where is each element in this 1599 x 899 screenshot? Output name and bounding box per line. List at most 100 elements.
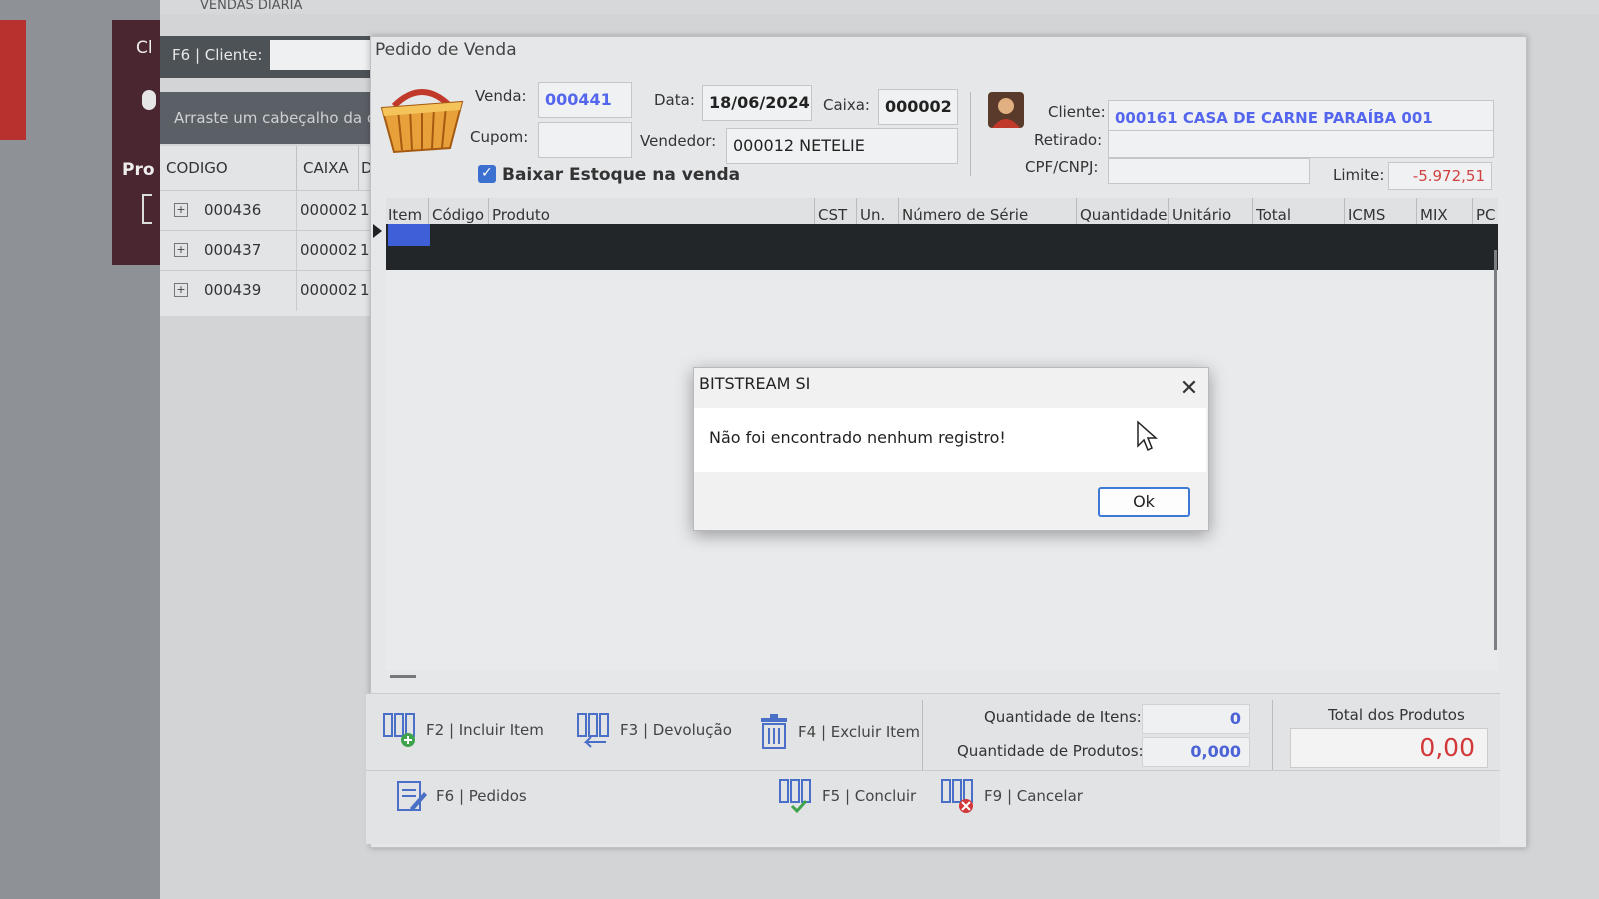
row-caixa: 000002 [300,201,358,219]
column-header-cst[interactable]: CST [818,206,847,224]
pedidos-label: F6 | Pedidos [436,787,527,805]
data-label: Data: [654,91,695,109]
table-row[interactable]: + 000436 000002 1 [160,190,370,231]
limite-label: Limite: [1333,166,1385,184]
ok-button[interactable]: Ok [1098,487,1190,517]
toolbar-divider [922,700,923,770]
client-filter-bar: F6 | Cliente: [160,36,370,78]
alert-message: Não foi encontrado nenhum registro! [709,428,1006,447]
row-codigo: 000436 [204,201,262,219]
table-row[interactable]: + 000437 000002 1 [160,230,370,271]
excluir-item-button[interactable]: F4 | Excluir Item [758,714,920,750]
qtd-itens-field: 0 [1142,704,1250,734]
incluir-item-button[interactable]: F2 | Incluir Item [382,712,544,748]
qtd-produtos-field: 0,000 [1142,737,1250,767]
toolbar-row-divider [366,770,1500,771]
caixa-field[interactable]: 000002 [878,89,958,125]
trash-icon [761,714,787,749]
row-indicator-icon [373,224,382,238]
taskbar-red-strip [0,20,26,140]
retirado-label: Retirado: [1034,131,1103,149]
alert-title: BITSTREAM SI [699,374,811,393]
client-filter-label: F6 | Cliente: [172,46,263,64]
total-produtos-label: Total dos Produtos [1328,706,1465,724]
baixar-estoque-label: Baixar Estoque na venda [502,165,741,185]
concluir-button[interactable]: F5 | Concluir [778,778,916,814]
basket-icon [380,89,464,154]
column-header-total[interactable]: Total [1256,206,1291,224]
column-header-item[interactable]: Item [388,206,422,224]
cpf-cnpj-label: CPF/CNPJ: [1025,158,1099,176]
row-caixa: 000002 [300,281,358,299]
sales-grid: CODIGO CAIXA D + 000436 000002 1 + 00043… [160,146,373,316]
client-filter-input[interactable] [270,40,370,70]
qtd-produtos-label: Quantidade de Produtos: [957,742,1144,760]
user-avatar-icon [988,92,1024,128]
group-by-hint: Arraste um cabeçalho da c [160,92,370,144]
qtd-itens-label: Quantidade de Itens: [984,708,1142,726]
column-header-produto[interactable]: Produto [492,206,550,224]
header-divider [970,92,971,176]
vendedor-label: Vendedor: [640,132,717,150]
cliente-label: Cliente: [1048,103,1106,121]
orders-icon [397,781,427,811]
side-panel-dot-icon [142,90,156,110]
expand-icon[interactable]: + [174,203,188,217]
side-panel-bracket [142,194,152,224]
column-header-quantidade[interactable]: Quantidade [1080,206,1168,224]
column-header-codigo[interactable]: Código [432,206,484,224]
column-header-numero-serie[interactable]: Número de Série [902,206,1028,224]
concluir-label: F5 | Concluir [822,787,917,805]
row-d: 1 [360,241,370,259]
column-header-codigo[interactable]: CODIGO [160,146,297,190]
background-window-title: VENDAS DIÁRIA [160,0,1599,14]
column-header-mix[interactable]: MIX [1420,206,1448,224]
cancelar-button[interactable]: F9 | Cancelar [940,778,1083,814]
column-header-icms[interactable]: ICMS [1348,206,1385,224]
row-codigo: 000437 [204,241,262,259]
row-caixa: 000002 [300,241,358,259]
column-header-pc[interactable]: PC [1476,206,1496,224]
return-icon [577,713,609,748]
side-panel-label-mid: Pro [122,160,155,180]
expand-icon[interactable]: + [174,243,188,257]
venda-field[interactable]: 000441 [538,82,632,118]
conclude-icon [779,779,811,814]
side-panel-label-top: Cl [136,38,153,58]
column-header-unitario[interactable]: Unitário [1172,206,1231,224]
devolucao-label: F3 | Devolução [620,721,732,739]
limite-field: -5.972,51 [1388,162,1492,190]
items-grid-new-row[interactable] [386,224,1498,270]
vertical-scrollbar[interactable] [1494,250,1497,650]
expand-icon[interactable]: + [174,283,188,297]
cpf-cnpj-field[interactable] [1108,158,1310,184]
side-panel: Cl Pro [112,20,160,265]
table-row[interactable]: + 000439 000002 1 [160,270,370,311]
data-field[interactable]: 18/06/2024 [702,85,812,121]
total-produtos-field: 0,00 [1290,728,1488,768]
cancel-icon [941,779,973,813]
pedidos-button[interactable]: F6 | Pedidos [396,778,527,814]
incluir-item-label: F2 | Incluir Item [426,721,544,739]
column-header-d[interactable]: D [359,146,373,190]
add-item-icon [383,713,415,747]
summary-divider [1272,700,1273,770]
retirado-field[interactable] [1108,130,1494,158]
caixa-label: Caixa: [823,96,870,114]
venda-label: Venda: [475,87,527,105]
close-icon[interactable]: ✕ [1176,376,1202,402]
column-header-un[interactable]: Un. [860,206,885,224]
column-header-caixa[interactable]: CAIXA [297,146,359,190]
devolucao-button[interactable]: F3 | Devolução [576,712,732,748]
vendedor-field[interactable]: 000012 NETELIE [726,128,958,164]
cupom-label: Cupom: [470,128,529,146]
row-d: 1 [360,201,370,219]
horizontal-scrollbar[interactable] [390,675,416,678]
sales-order-title: Pedido de Venda [375,40,517,60]
mouse-cursor-icon [1137,420,1158,452]
baixar-estoque-checkbox[interactable] [478,165,496,183]
row-d: 1 [360,281,370,299]
row-codigo: 000439 [204,281,262,299]
cupom-field[interactable] [538,122,632,158]
selected-cell[interactable] [388,224,430,246]
